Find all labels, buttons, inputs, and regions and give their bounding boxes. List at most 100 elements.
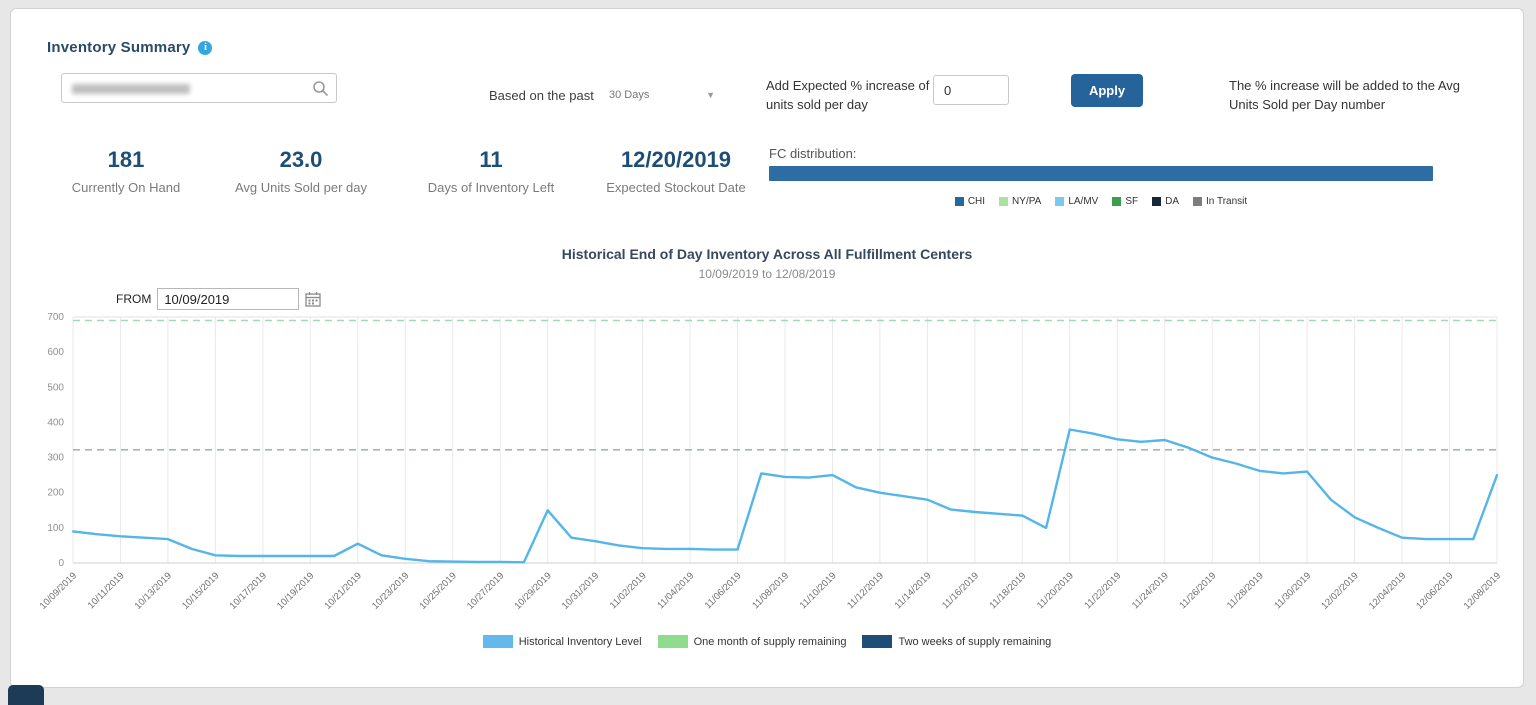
fc-distribution-label: FC distribution: xyxy=(769,146,856,161)
stat-days-of-inventory: 11 Days of Inventory Left xyxy=(396,147,586,195)
legend-swatch xyxy=(658,635,688,648)
svg-text:10/21/2019: 10/21/2019 xyxy=(323,570,364,611)
svg-text:11/16/2019: 11/16/2019 xyxy=(940,570,981,611)
expected-increase-input[interactable] xyxy=(933,75,1009,105)
legend-label: One month of supply remaining xyxy=(694,636,847,648)
svg-text:11/06/2019: 11/06/2019 xyxy=(703,570,744,611)
stat-currently-on-hand: 181 Currently On Hand xyxy=(31,147,221,195)
chart-subtitle: 10/09/2019 to 12/08/2019 xyxy=(11,267,1523,281)
legend-label: CHI xyxy=(968,196,985,207)
fc-legend-item[interactable]: NY/PA xyxy=(999,196,1041,207)
svg-text:11/14/2019: 11/14/2019 xyxy=(893,570,934,611)
chart-legend-item[interactable]: Two weeks of supply remaining xyxy=(862,635,1051,648)
stat-avg-units-sold: 23.0 Avg Units Sold per day xyxy=(206,147,396,195)
fc-legend: CHI NY/PA LA/MV SF DA In Transit xyxy=(769,196,1433,207)
svg-text:11/24/2019: 11/24/2019 xyxy=(1130,570,1171,611)
svg-text:10/09/2019: 10/09/2019 xyxy=(38,570,79,611)
period-dropdown-value: 30 Days xyxy=(609,89,649,101)
legend-label: LA/MV xyxy=(1068,196,1098,207)
chart-legend: Historical Inventory Level One month of s… xyxy=(11,635,1523,648)
svg-text:11/20/2019: 11/20/2019 xyxy=(1035,570,1076,611)
legend-swatch xyxy=(1193,197,1202,206)
from-date-row: FROM xyxy=(116,288,321,310)
redacted-product-name xyxy=(72,84,190,94)
card-header: Inventory Summary i xyxy=(47,39,212,56)
stat-value: 12/20/2019 xyxy=(569,147,783,173)
svg-text:12/08/2019: 12/08/2019 xyxy=(1462,570,1503,611)
chart-legend-item[interactable]: One month of supply remaining xyxy=(658,635,847,648)
from-date-input[interactable] xyxy=(157,288,299,310)
svg-text:12/04/2019: 12/04/2019 xyxy=(1367,570,1408,611)
from-label: FROM xyxy=(116,292,151,306)
svg-text:10/13/2019: 10/13/2019 xyxy=(133,570,174,611)
svg-text:100: 100 xyxy=(47,523,64,534)
stat-label: Currently On Hand xyxy=(31,180,221,195)
svg-text:11/10/2019: 11/10/2019 xyxy=(798,570,839,611)
svg-text:400: 400 xyxy=(47,417,64,428)
svg-text:0: 0 xyxy=(58,558,64,569)
svg-text:10/15/2019: 10/15/2019 xyxy=(180,570,221,611)
chat-widget-tab[interactable] xyxy=(8,685,44,705)
increase-note-text: The % increase will be added to the Avg … xyxy=(1229,77,1477,115)
svg-text:11/12/2019: 11/12/2019 xyxy=(845,570,886,611)
svg-text:11/04/2019: 11/04/2019 xyxy=(655,570,696,611)
chart-legend-item[interactable]: Historical Inventory Level xyxy=(483,635,642,648)
legend-label: In Transit xyxy=(1206,196,1247,207)
apply-button[interactable]: Apply xyxy=(1071,74,1143,107)
period-dropdown[interactable]: 30 Days ▼ xyxy=(609,84,721,106)
stat-label: Avg Units Sold per day xyxy=(206,180,396,195)
svg-text:11/30/2019: 11/30/2019 xyxy=(1272,570,1313,611)
legend-label: SF xyxy=(1125,196,1138,207)
legend-swatch xyxy=(1055,197,1064,206)
search-icon[interactable] xyxy=(312,80,329,97)
svg-text:700: 700 xyxy=(47,312,64,323)
legend-swatch xyxy=(1112,197,1121,206)
inventory-summary-card: Inventory Summary i Based on the past 30… xyxy=(10,8,1524,688)
legend-swatch xyxy=(1152,197,1161,206)
inventory-line-chart[interactable]: 010020030040050060070010/09/201910/11/20… xyxy=(29,309,1517,639)
svg-text:500: 500 xyxy=(47,382,64,393)
stat-value: 23.0 xyxy=(206,147,396,173)
legend-swatch xyxy=(955,197,964,206)
legend-label: DA xyxy=(1165,196,1179,207)
stat-value: 11 xyxy=(396,147,586,173)
calendar-icon[interactable] xyxy=(305,291,321,307)
svg-text:10/19/2019: 10/19/2019 xyxy=(275,570,316,611)
svg-text:11/08/2019: 11/08/2019 xyxy=(750,570,791,611)
svg-text:11/02/2019: 11/02/2019 xyxy=(608,570,649,611)
svg-text:10/23/2019: 10/23/2019 xyxy=(370,570,411,611)
svg-text:11/26/2019: 11/26/2019 xyxy=(1177,570,1218,611)
legend-label: Two weeks of supply remaining xyxy=(898,636,1051,648)
fc-distribution-bar xyxy=(769,166,1433,181)
legend-swatch xyxy=(862,635,892,648)
chart-title: Historical End of Day Inventory Across A… xyxy=(11,246,1523,262)
svg-text:200: 200 xyxy=(47,488,64,499)
fc-legend-item[interactable]: DA xyxy=(1152,196,1179,207)
svg-text:11/22/2019: 11/22/2019 xyxy=(1083,570,1124,611)
info-icon[interactable]: i xyxy=(198,41,212,55)
legend-label: Historical Inventory Level xyxy=(519,636,642,648)
fc-legend-item[interactable]: SF xyxy=(1112,196,1138,207)
fc-legend-item[interactable]: CHI xyxy=(955,196,985,207)
based-on-past-label: Based on the past xyxy=(489,88,594,103)
page-title: Inventory Summary xyxy=(47,39,190,56)
svg-text:10/25/2019: 10/25/2019 xyxy=(417,570,458,611)
svg-text:10/31/2019: 10/31/2019 xyxy=(560,570,601,611)
stat-label: Expected Stockout Date xyxy=(569,180,783,195)
legend-swatch xyxy=(999,197,1008,206)
chevron-down-icon: ▼ xyxy=(706,90,715,100)
fc-legend-item[interactable]: LA/MV xyxy=(1055,196,1098,207)
svg-text:600: 600 xyxy=(47,347,64,358)
stat-value: 181 xyxy=(31,147,221,173)
fc-legend-item[interactable]: In Transit xyxy=(1193,196,1247,207)
legend-label: NY/PA xyxy=(1012,196,1041,207)
expected-increase-label: Add Expected % increase of units sold pe… xyxy=(766,77,938,115)
svg-text:10/11/2019: 10/11/2019 xyxy=(86,570,127,611)
svg-text:11/28/2019: 11/28/2019 xyxy=(1225,570,1266,611)
product-search-input[interactable] xyxy=(61,73,337,103)
stat-label: Days of Inventory Left xyxy=(396,180,586,195)
svg-text:10/27/2019: 10/27/2019 xyxy=(465,570,506,611)
legend-swatch xyxy=(483,635,513,648)
svg-text:10/17/2019: 10/17/2019 xyxy=(228,570,269,611)
svg-text:12/06/2019: 12/06/2019 xyxy=(1414,570,1455,611)
